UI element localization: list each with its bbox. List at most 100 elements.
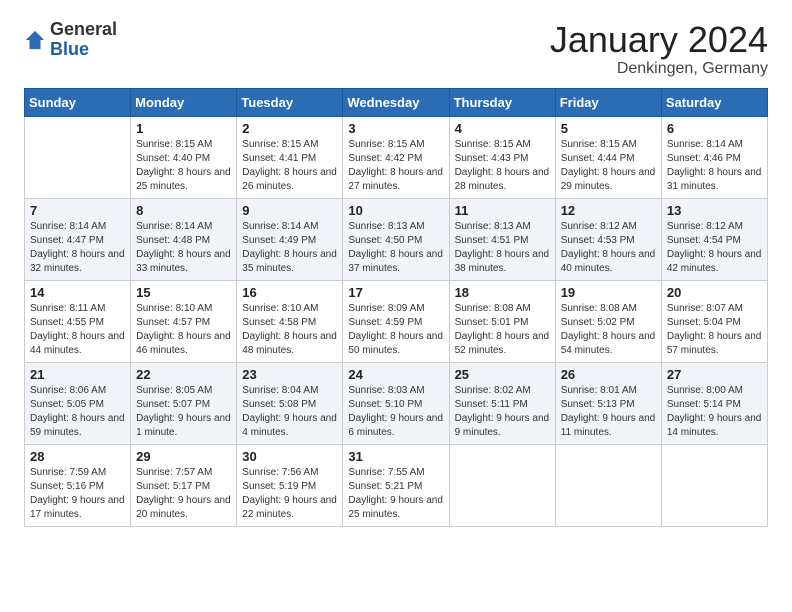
day-number: 18 [455, 285, 550, 300]
cell-4-5: 25 Sunrise: 8:02 AM Sunset: 5:11 PM Dayli… [449, 362, 555, 444]
cell-3-2: 15 Sunrise: 8:10 AM Sunset: 4:57 PM Dayli… [131, 280, 237, 362]
day-number: 16 [242, 285, 337, 300]
header-tuesday: Tuesday [237, 88, 343, 116]
cell-details: Sunrise: 8:09 AM Sunset: 4:59 PM Dayligh… [348, 302, 443, 358]
cell-details: Sunrise: 8:14 AM Sunset: 4:46 PM Dayligh… [667, 138, 762, 194]
header-friday: Friday [555, 88, 661, 116]
header-wednesday: Wednesday [343, 88, 449, 116]
cell-2-5: 11Sunrise: 8:13 AM Sunset: 4:51 PM Dayli… [449, 198, 555, 280]
cell-2-1: 7Sunrise: 8:14 AM Sunset: 4:47 PM Daylig… [25, 198, 131, 280]
cell-details: Sunrise: 7:56 AM Sunset: 5:19 PM Dayligh… [242, 466, 337, 522]
cell-details: Sunrise: 8:14 AM Sunset: 4:49 PM Dayligh… [242, 220, 337, 276]
day-number: 21 [30, 367, 125, 382]
week-row-1: 1 Sunrise: 8:15 AM Sunset: 4:40 PM Daylig… [25, 116, 768, 198]
cell-details: Sunrise: 8:10 AM Sunset: 4:58 PM Dayligh… [242, 302, 337, 358]
day-number: 30 [242, 449, 337, 464]
cell-details: Sunrise: 8:04 AM Sunset: 5:08 PM Dayligh… [242, 384, 337, 440]
header-monday: Monday [131, 88, 237, 116]
cell-details: Sunrise: 8:14 AM Sunset: 4:48 PM Dayligh… [136, 220, 231, 276]
cell-5-6 [555, 444, 661, 526]
day-number: 2 [242, 121, 337, 136]
cell-1-6: 5 Sunrise: 8:15 AM Sunset: 4:44 PM Daylig… [555, 116, 661, 198]
day-number: 8 [136, 203, 231, 218]
cell-details: Sunrise: 8:08 AM Sunset: 5:01 PM Dayligh… [455, 302, 550, 358]
title-block: January 2024 Denkingen, Germany [550, 20, 768, 78]
cell-1-7: 6 Sunrise: 8:14 AM Sunset: 4:46 PM Daylig… [661, 116, 767, 198]
cell-3-1: 14 Sunrise: 8:11 AM Sunset: 4:55 PM Dayli… [25, 280, 131, 362]
calendar-header: Sunday Monday Tuesday Wednesday Thursday… [25, 88, 768, 116]
cell-details: Sunrise: 8:00 AM Sunset: 5:14 PM Dayligh… [667, 384, 762, 440]
day-number: 28 [30, 449, 125, 464]
cell-details: Sunrise: 8:01 AM Sunset: 5:13 PM Dayligh… [561, 384, 656, 440]
cell-details: Sunrise: 8:15 AM Sunset: 4:44 PM Dayligh… [561, 138, 656, 194]
week-row-5: 28 Sunrise: 7:59 AM Sunset: 5:16 PM Dayli… [25, 444, 768, 526]
cell-1-4: 3 Sunrise: 8:15 AM Sunset: 4:42 PM Daylig… [343, 116, 449, 198]
cell-details: Sunrise: 8:12 AM Sunset: 4:54 PM Dayligh… [667, 220, 762, 276]
cell-details: Sunrise: 7:57 AM Sunset: 5:17 PM Dayligh… [136, 466, 231, 522]
header-sunday: Sunday [25, 88, 131, 116]
day-number: 26 [561, 367, 656, 382]
cell-details: Sunrise: 8:14 AM Sunset: 4:47 PM Dayligh… [30, 220, 125, 276]
cell-3-6: 19 Sunrise: 8:08 AM Sunset: 5:02 PM Dayli… [555, 280, 661, 362]
day-number: 19 [561, 285, 656, 300]
day-number: 1 [136, 121, 231, 136]
cell-details: Sunrise: 7:55 AM Sunset: 5:21 PM Dayligh… [348, 466, 443, 522]
cell-details: Sunrise: 8:05 AM Sunset: 5:07 PM Dayligh… [136, 384, 231, 440]
cell-details: Sunrise: 8:03 AM Sunset: 5:10 PM Dayligh… [348, 384, 443, 440]
day-number: 27 [667, 367, 762, 382]
cell-2-3: 9 Sunrise: 8:14 AM Sunset: 4:49 PM Daylig… [237, 198, 343, 280]
week-row-3: 14 Sunrise: 8:11 AM Sunset: 4:55 PM Dayli… [25, 280, 768, 362]
cell-2-6: 12 Sunrise: 8:12 AM Sunset: 4:53 PM Dayli… [555, 198, 661, 280]
day-number: 31 [348, 449, 443, 464]
cell-5-7 [661, 444, 767, 526]
cell-4-4: 24 Sunrise: 8:03 AM Sunset: 5:10 PM Dayli… [343, 362, 449, 444]
cell-details: Sunrise: 8:15 AM Sunset: 4:42 PM Dayligh… [348, 138, 443, 194]
day-number: 29 [136, 449, 231, 464]
header-saturday: Saturday [661, 88, 767, 116]
cell-5-4: 31 Sunrise: 7:55 AM Sunset: 5:21 PM Dayli… [343, 444, 449, 526]
cell-details: Sunrise: 8:15 AM Sunset: 4:41 PM Dayligh… [242, 138, 337, 194]
cell-details: Sunrise: 8:10 AM Sunset: 4:57 PM Dayligh… [136, 302, 231, 358]
calendar-table: Sunday Monday Tuesday Wednesday Thursday… [24, 88, 768, 527]
cell-details: Sunrise: 8:15 AM Sunset: 4:40 PM Dayligh… [136, 138, 231, 194]
cell-2-2: 8 Sunrise: 8:14 AM Sunset: 4:48 PM Daylig… [131, 198, 237, 280]
day-number: 6 [667, 121, 762, 136]
day-number: 24 [348, 367, 443, 382]
day-number: 13 [667, 203, 762, 218]
day-number: 10 [348, 203, 443, 218]
cell-details: Sunrise: 8:15 AM Sunset: 4:43 PM Dayligh… [455, 138, 550, 194]
cell-details: Sunrise: 8:06 AM Sunset: 5:05 PM Dayligh… [30, 384, 125, 440]
cell-4-6: 26 Sunrise: 8:01 AM Sunset: 5:13 PM Dayli… [555, 362, 661, 444]
day-number: 15 [136, 285, 231, 300]
day-number: 22 [136, 367, 231, 382]
logo-general-text: General [50, 19, 117, 39]
day-number: 4 [455, 121, 550, 136]
header-thursday: Thursday [449, 88, 555, 116]
day-number: 14 [30, 285, 125, 300]
day-number: 25 [455, 367, 550, 382]
cell-details: Sunrise: 7:59 AM Sunset: 5:16 PM Dayligh… [30, 466, 125, 522]
day-number: 9 [242, 203, 337, 218]
page-header: General Blue January 2024 Denkingen, Ger… [24, 20, 768, 78]
week-row-2: 7Sunrise: 8:14 AM Sunset: 4:47 PM Daylig… [25, 198, 768, 280]
header-row: Sunday Monday Tuesday Wednesday Thursday… [25, 88, 768, 116]
cell-4-3: 23Sunrise: 8:04 AM Sunset: 5:08 PM Dayli… [237, 362, 343, 444]
cell-3-7: 20Sunrise: 8:07 AM Sunset: 5:04 PM Dayli… [661, 280, 767, 362]
logo-icon [24, 29, 46, 51]
cell-1-2: 1 Sunrise: 8:15 AM Sunset: 4:40 PM Daylig… [131, 116, 237, 198]
day-number: 11 [455, 203, 550, 218]
cell-2-4: 10Sunrise: 8:13 AM Sunset: 4:50 PM Dayli… [343, 198, 449, 280]
cell-details: Sunrise: 8:08 AM Sunset: 5:02 PM Dayligh… [561, 302, 656, 358]
day-number: 12 [561, 203, 656, 218]
day-number: 17 [348, 285, 443, 300]
cell-details: Sunrise: 8:12 AM Sunset: 4:53 PM Dayligh… [561, 220, 656, 276]
cell-2-7: 13 Sunrise: 8:12 AM Sunset: 4:54 PM Dayli… [661, 198, 767, 280]
day-number: 3 [348, 121, 443, 136]
cell-4-1: 21 Sunrise: 8:06 AM Sunset: 5:05 PM Dayli… [25, 362, 131, 444]
cell-4-2: 22 Sunrise: 8:05 AM Sunset: 5:07 PM Dayli… [131, 362, 237, 444]
day-number: 20 [667, 285, 762, 300]
day-number: 5 [561, 121, 656, 136]
cell-details: Sunrise: 8:11 AM Sunset: 4:55 PM Dayligh… [30, 302, 125, 358]
cell-details: Sunrise: 8:02 AM Sunset: 5:11 PM Dayligh… [455, 384, 550, 440]
cell-4-7: 27 Sunrise: 8:00 AM Sunset: 5:14 PM Dayli… [661, 362, 767, 444]
